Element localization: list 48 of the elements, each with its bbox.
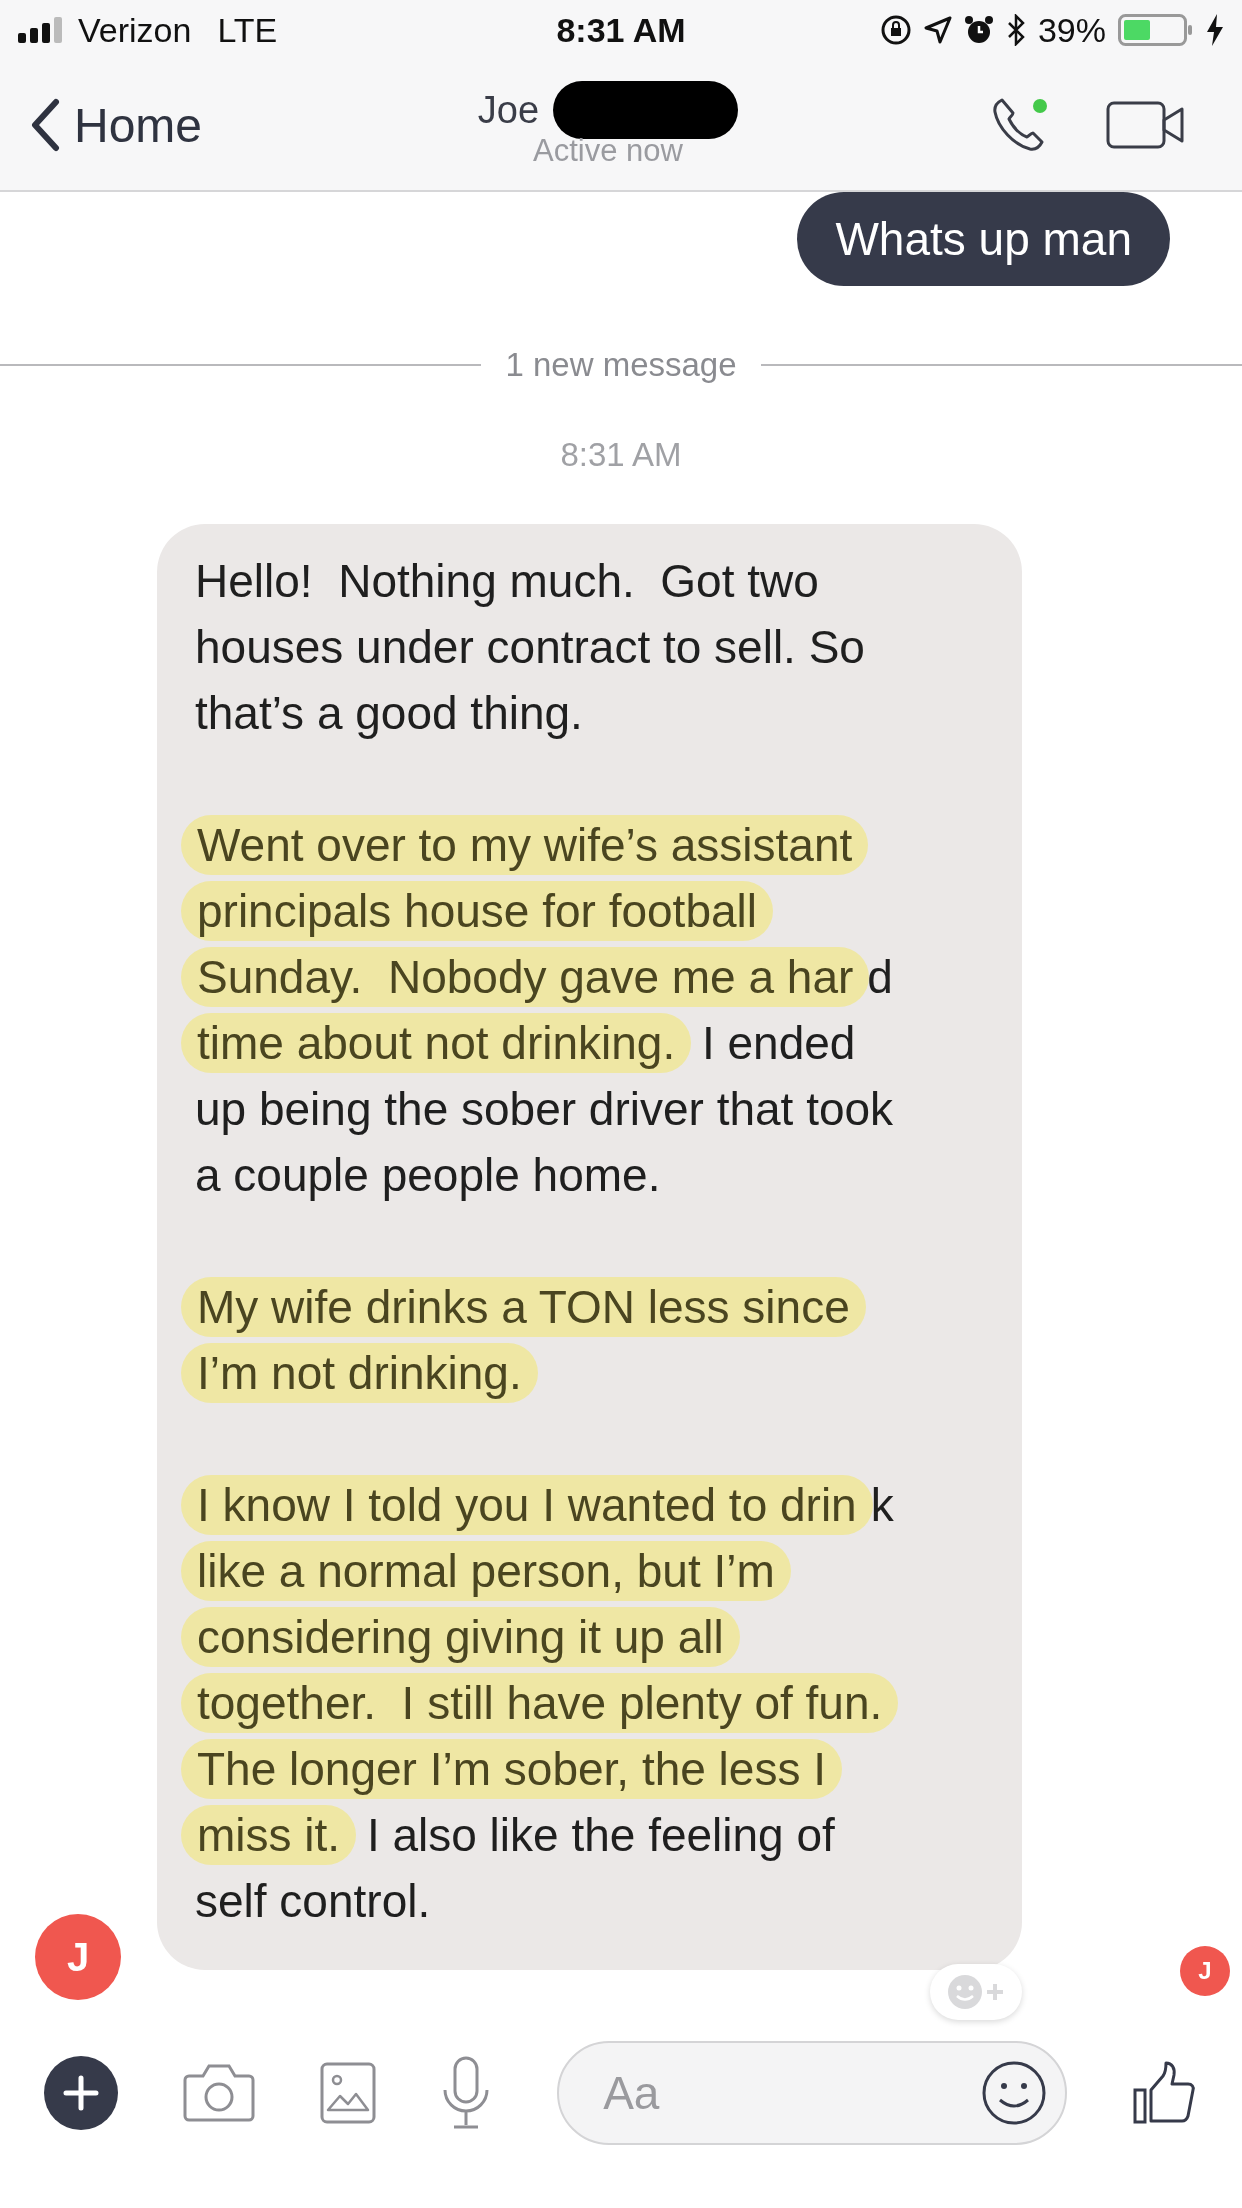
message-text: Hello! Nothing much. Got two [195, 554, 819, 609]
carrier-label: Verizon [78, 10, 192, 50]
highlighted-text: Went over to my wife’s assistant [181, 815, 869, 875]
video-call-button[interactable] [1106, 100, 1186, 150]
plus-icon [62, 2074, 100, 2112]
rotation-lock-icon [879, 14, 912, 46]
highlighted-text: I know I told you I wanted to drin [181, 1475, 873, 1535]
bluetooth-icon [1005, 14, 1026, 46]
message-text: d [867, 950, 893, 1005]
clock: 8:31 AM [556, 10, 686, 50]
location-icon [923, 16, 952, 44]
highlighted-text: The longer I’m sober, the less I [181, 1739, 842, 1799]
highlighted-text: like a normal person, but I’m [181, 1541, 791, 1601]
message-text: a couple people home. [195, 1148, 661, 1203]
timestamp: 8:31 AM [559, 436, 683, 474]
highlighted-text: miss it. [181, 1805, 357, 1865]
message-field[interactable]: Aa [557, 2041, 1068, 2145]
message-text: houses under contract to sell. So [195, 620, 865, 675]
outgoing-message: Whats up man [797, 192, 1170, 286]
battery-percent: 39% [1037, 10, 1106, 50]
highlighted-text: time about not drinking. [181, 1013, 692, 1073]
highlighted-text: considering giving it up all [181, 1607, 740, 1667]
highlighted-text: together. I still have plenty of fun. [181, 1673, 899, 1733]
charging-icon [1206, 14, 1224, 46]
read-receipt-avatar: J [1180, 1946, 1230, 1996]
emoji-button[interactable] [981, 2060, 1048, 2126]
message-text: that’s a good thing. [195, 686, 583, 741]
message-text: self control. [195, 1874, 431, 1929]
new-message-divider: 1 new message [505, 346, 737, 384]
gallery-button[interactable] [319, 2062, 376, 2124]
highlighted-text: Sunday. Nobody gave me a har [181, 947, 870, 1007]
presence-status: Active now [533, 133, 683, 169]
camera-button[interactable] [182, 2062, 255, 2124]
network-label: LTE [217, 10, 278, 50]
contact-name: Joe [477, 88, 540, 132]
battery-icon [1118, 14, 1194, 46]
message-text: k [870, 1478, 894, 1533]
message-text: up being the sober driver that took [195, 1082, 894, 1137]
alarm-icon [963, 15, 994, 45]
back-button[interactable]: Home [30, 97, 203, 153]
highlighted-text: My wife drinks a TON less since [181, 1277, 866, 1337]
highlighted-text: I’m not drinking. [181, 1343, 538, 1403]
message-text: I ended [700, 1016, 856, 1071]
highlighted-text: principals house for football [181, 881, 773, 941]
message-text: I also like the feeling of [365, 1808, 835, 1863]
avatar: J [35, 1914, 121, 2000]
back-chevron-icon [30, 98, 60, 152]
thumbs-up-button[interactable] [1132, 2060, 1198, 2126]
